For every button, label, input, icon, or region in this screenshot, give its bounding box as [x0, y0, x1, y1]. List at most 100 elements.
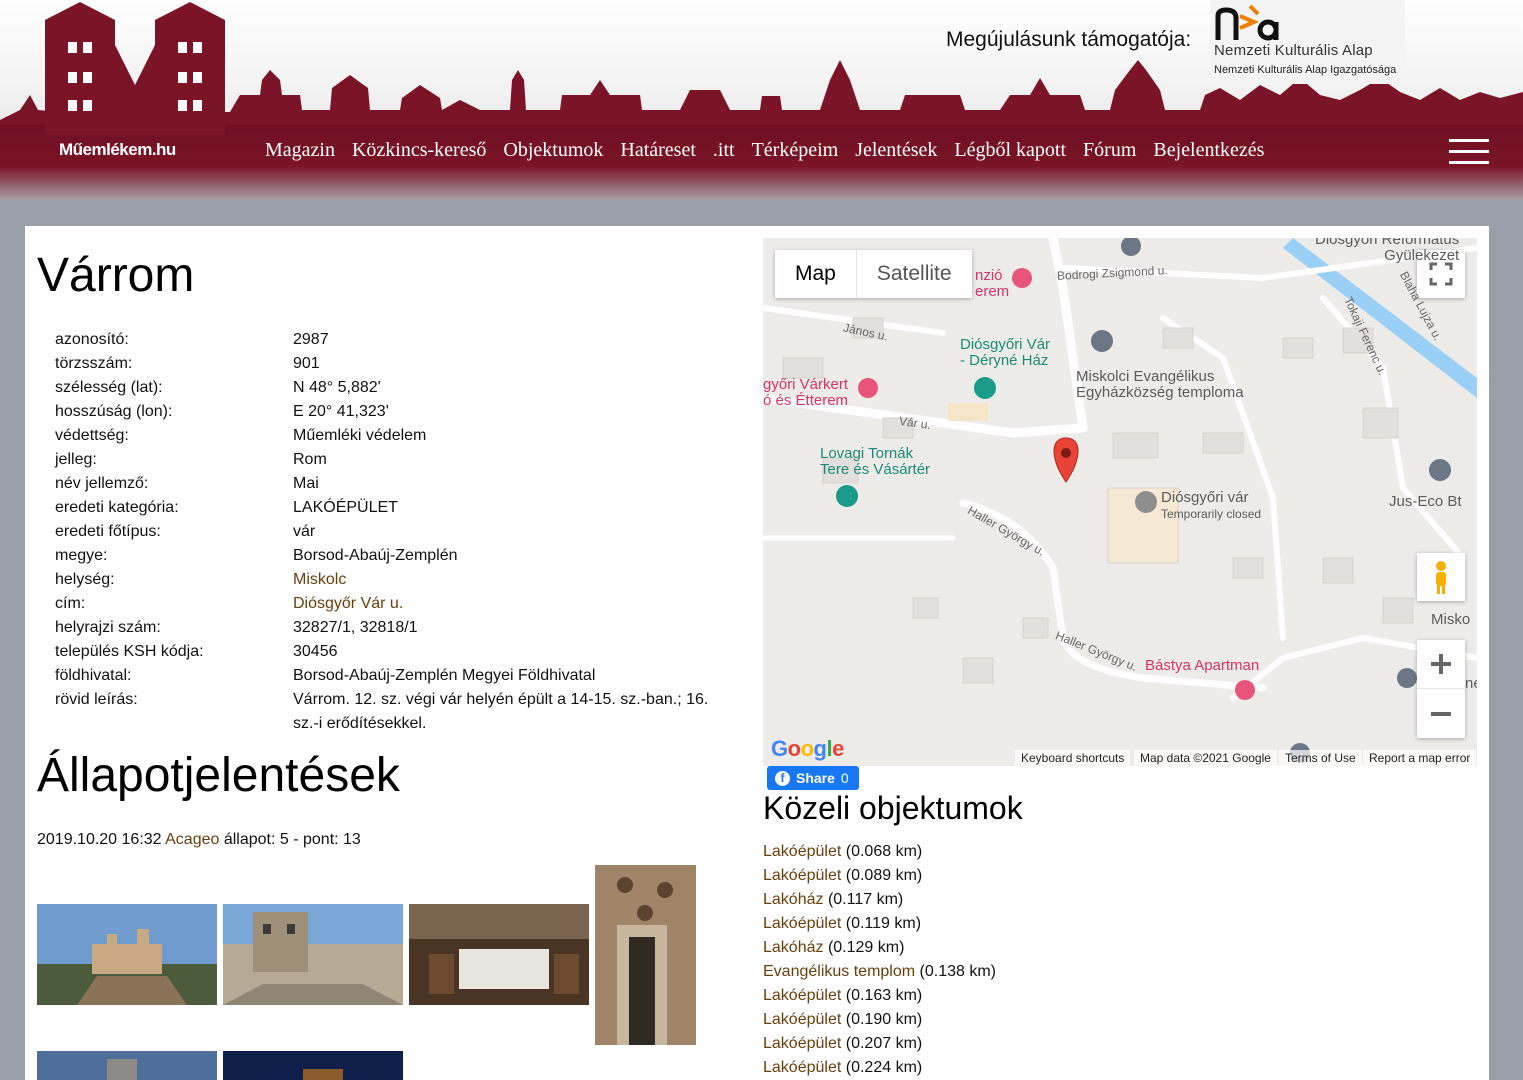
detail-label: védettség:: [55, 427, 129, 444]
detail-row: cím: Diósgyőr Vár u.: [55, 592, 745, 616]
nav-item-terkepeim[interactable]: Térképeim: [752, 139, 839, 162]
detail-label: helyrajzi szám:: [55, 619, 161, 636]
map-label-misko: Misko: [1431, 611, 1471, 628]
report-map-error-link[interactable]: Report a map error: [1363, 750, 1477, 766]
list-item: Lakóház (0.129 km): [763, 936, 996, 960]
detail-row: helyrajzi szám: 32827/1, 32818/1: [55, 616, 745, 640]
report-user-link[interactable]: Acageo: [165, 831, 219, 848]
detail-label: földhivatal:: [55, 667, 132, 684]
map-label-reformatus: Diósgyőri Református Gyülekezet: [1315, 238, 1460, 264]
report-status: állapot: 5 - pont: 13: [223, 831, 361, 848]
detail-row: törzsszám: 901: [55, 352, 745, 376]
site-logo-text[interactable]: Műemlékem.hu: [59, 140, 176, 160]
hamburger-icon[interactable]: [1449, 139, 1489, 164]
photo-thumbnail[interactable]: [409, 904, 589, 1005]
nav-item-forum[interactable]: Fórum: [1083, 139, 1136, 162]
detail-value: 30456: [293, 643, 338, 660]
terms-of-use-link[interactable]: Terms of Use: [1279, 750, 1362, 766]
list-item: Lakóépület (0.089 km): [763, 864, 996, 888]
detail-label: rövid leírás:: [55, 691, 138, 708]
map-type-switch: Map Satellite: [775, 250, 972, 298]
photo-thumbnail[interactable]: [223, 1051, 403, 1080]
reports-title: Állapotjelentések: [37, 749, 400, 802]
nearby-object-link[interactable]: Lakóépület: [763, 1059, 841, 1076]
detail-row: név jellemző: Mai: [55, 472, 745, 496]
facebook-share-button[interactable]: f Share 0: [767, 766, 859, 790]
list-item: Lakóépület (0.224 km): [763, 1056, 996, 1080]
street-view-pegman-icon[interactable]: [1417, 553, 1465, 601]
report-entry: 2019.10.20 16:32 Acageo állapot: 5 - pon…: [37, 831, 361, 849]
address-link[interactable]: Diósgyőr Vár u.: [293, 592, 723, 616]
main-nav: Magazin Közkincs-kereső Objektumok Határ…: [265, 139, 1281, 162]
nearby-object-link[interactable]: Lakóépület: [763, 987, 841, 1004]
nearby-object-link[interactable]: Lakóépület: [763, 915, 841, 932]
zoom-out-icon[interactable]: [1417, 689, 1465, 738]
nearby-title: Közeli objektumok: [763, 790, 1023, 826]
nav-item-itt[interactable]: .itt: [713, 139, 735, 162]
nearby-distance: (0.207 km): [845, 1035, 923, 1052]
nav-item-kozkincs-kereso[interactable]: Közkincs-kereső: [352, 139, 486, 162]
content-panel: Várrom azonosító: 2987 törzsszám: 901 szél…: [25, 226, 1489, 1080]
nearby-object-link[interactable]: Lakóépület: [763, 1035, 841, 1052]
detail-row: település KSH kódja: 30456: [55, 640, 745, 664]
map-data-attribution: Map data ©2021 Google: [1134, 750, 1277, 766]
detail-label: törzsszám:: [55, 355, 133, 372]
map-label-jus-eco: Jus-Eco Bt: [1389, 493, 1462, 510]
map-type-map-button[interactable]: Map: [775, 250, 856, 298]
nav-item-objektumok[interactable]: Objektumok: [503, 139, 603, 162]
facebook-icon: f: [775, 770, 790, 786]
page-title: Várrom: [37, 249, 195, 302]
detail-value: Borsod-Abaúj-Zemplén: [293, 547, 458, 564]
detail-row: megye: Borsod-Abaúj-Zemplén: [55, 544, 745, 568]
nearby-object-link[interactable]: Lakóépület: [763, 1011, 841, 1028]
map-label-ne: ne: [1465, 675, 1477, 692]
map-label-lovagi-tornak: Lovagi Tornák Tere és Vásártér: [820, 445, 931, 478]
list-item: Lakóépület (0.163 km): [763, 984, 996, 1008]
map-label-deryne-haz: Diósgyőri Vár - Déryné Ház: [960, 336, 1051, 369]
photo-thumbnail[interactable]: [37, 1051, 217, 1080]
detail-value: 2987: [293, 331, 329, 348]
town-link[interactable]: Miskolc: [293, 568, 723, 592]
nearby-object-link[interactable]: Lakóház: [763, 891, 824, 908]
map-type-satellite-button[interactable]: Satellite: [855, 250, 972, 298]
detail-label: hosszúság (lon):: [55, 403, 173, 420]
detail-label: azonosító:: [55, 331, 129, 348]
detail-value: 901: [293, 355, 320, 372]
google-map[interactable]: Map Satellite Diósgyőri Református Gyülek…: [763, 238, 1477, 766]
sponsor-logo[interactable]: Nemzeti Kulturális Alap Nemzeti Kulturál…: [1210, 0, 1405, 84]
detail-row: szélesség (lat): N 48° 5,882': [55, 376, 745, 400]
list-item: Lakóépület (0.190 km): [763, 1008, 996, 1032]
zoom-in-icon[interactable]: [1417, 640, 1465, 689]
nav-item-legbol-kapott[interactable]: Légből kapott: [954, 139, 1066, 162]
photo-thumbnail[interactable]: [595, 865, 696, 1045]
photo-thumbnail[interactable]: [37, 904, 217, 1005]
nearby-object-link[interactable]: Evangélikus templom: [763, 963, 915, 980]
photo-thumbnail[interactable]: [223, 904, 403, 1005]
detail-value: Rom: [293, 451, 327, 468]
nearby-distance: (0.129 km): [827, 939, 905, 956]
nav-item-hatareset[interactable]: Határeset: [620, 139, 696, 162]
nearby-distance: (0.138 km): [919, 963, 996, 980]
nearby-object-link[interactable]: Lakóépület: [763, 867, 841, 884]
detail-row: rövid leírás: Várrom. 12. sz. végi vár he…: [55, 688, 745, 736]
detail-value: Várrom. 12. sz. végi vár helyén épült a …: [293, 691, 709, 732]
nearby-object-link[interactable]: Lakóépület: [763, 843, 841, 860]
map-label-varkert: győri Várkert ó és Étterem: [763, 376, 849, 409]
detail-label: eredeti kategória:: [55, 499, 179, 516]
nearby-object-link[interactable]: Lakóház: [763, 939, 824, 956]
list-item: Evangélikus templom (0.138 km): [763, 960, 996, 984]
nav-item-bejelentkezes[interactable]: Bejelentkezés: [1153, 139, 1264, 162]
keyboard-shortcuts-link[interactable]: Keyboard shortcuts: [1015, 750, 1131, 766]
detail-label: név jellemző:: [55, 475, 149, 492]
nav-item-jelentesek[interactable]: Jelentések: [855, 139, 937, 162]
sponsor-name: Nemzeti Kulturális Alap: [1214, 42, 1373, 59]
detail-value: Borsod-Abaúj-Zemplén Megyei Földhivatal: [293, 667, 596, 684]
share-count: 0: [840, 770, 849, 786]
list-item: Lakóépület (0.207 km): [763, 1032, 996, 1056]
map-canvas: [763, 238, 1477, 766]
detail-label: helység:: [55, 571, 115, 588]
detail-row: eredeti kategória: LAKÓÉPÜLET: [55, 496, 745, 520]
nearby-distance: (0.068 km): [845, 843, 923, 860]
nav-item-magazin[interactable]: Magazin: [265, 139, 335, 162]
details-table: azonosító: 2987 törzsszám: 901 szélesség (…: [55, 328, 745, 736]
